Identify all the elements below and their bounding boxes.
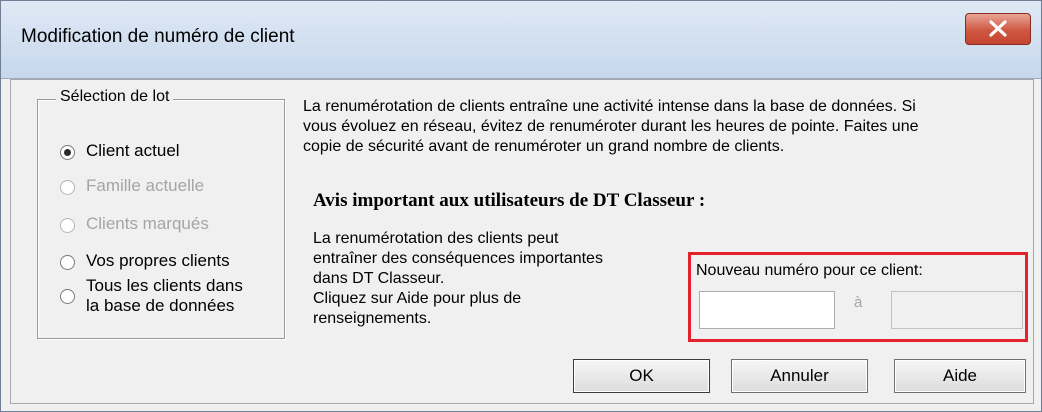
radio-label-line: Tous les clients dans: [86, 276, 243, 295]
radio-marked-clients: Clients marqués: [60, 214, 209, 234]
range-separator: à: [854, 294, 863, 311]
important-notice-heading: Avis important aux utilisateurs de DT Cl…: [313, 190, 706, 211]
radio-own-clients[interactable]: Vos propres clients: [60, 251, 230, 271]
description-line: copie de sécurité avant de renuméroter u…: [303, 138, 785, 155]
radio-button[interactable]: [60, 255, 75, 270]
radio-all-clients[interactable]: Tous les clients dans la base de données: [60, 276, 243, 316]
radio-label: Famille actuelle: [86, 176, 205, 195]
renumbering-description: La renumérotation de clients entraîne un…: [303, 97, 1023, 157]
radio-button: [60, 180, 75, 195]
dialog-body: Sélection de lot Client actuel Famille a…: [10, 79, 1034, 404]
notice-line: entraîner des conséquences importantes: [313, 250, 603, 267]
ok-button[interactable]: OK: [573, 359, 710, 393]
notice-line: La renumérotation des clients peut: [313, 230, 559, 247]
radio-current-family: Famille actuelle: [60, 176, 204, 196]
help-button[interactable]: Aide: [894, 359, 1026, 393]
title-bar[interactable]: Modification de numéro de client: [1, 1, 1041, 79]
radio-button-checked[interactable]: [60, 145, 75, 160]
radio-label: Clients marqués: [86, 214, 209, 233]
notice-line: dans DT Classeur.: [313, 270, 445, 287]
radio-current-client[interactable]: Client actuel: [60, 141, 180, 161]
dialog-window: Modification de numéro de client Sélecti…: [0, 0, 1042, 412]
radio-label: Tous les clients dans la base de données: [86, 276, 243, 316]
batch-selection-group: Sélection de lot Client actuel Famille a…: [37, 88, 285, 339]
important-notice-text: La renumérotation des clients peut entra…: [313, 229, 693, 329]
new-number-to-input: [891, 291, 1023, 329]
new-number-label: Nouveau numéro pour ce client:: [696, 262, 923, 279]
notice-line: renseignements.: [313, 310, 432, 327]
close-button[interactable]: [965, 13, 1031, 45]
radio-button: [60, 218, 75, 233]
radio-label: Vos propres clients: [86, 251, 230, 270]
cancel-button[interactable]: Annuler: [731, 359, 868, 393]
radio-label-line: la base de données: [86, 296, 235, 315]
radio-label: Client actuel: [86, 141, 180, 160]
notice-line: Cliquez sur Aide pour plus de: [313, 290, 522, 307]
radio-button[interactable]: [60, 289, 75, 304]
dialog-title: Modification de numéro de client: [21, 26, 295, 47]
description-line: La renumérotation de clients entraîne un…: [303, 98, 916, 115]
close-icon: [989, 20, 1007, 37]
batch-selection-legend: Sélection de lot: [56, 88, 174, 106]
new-number-input[interactable]: [699, 291, 835, 329]
description-line: vous évoluez en réseau, évitez de renumé…: [303, 118, 919, 135]
